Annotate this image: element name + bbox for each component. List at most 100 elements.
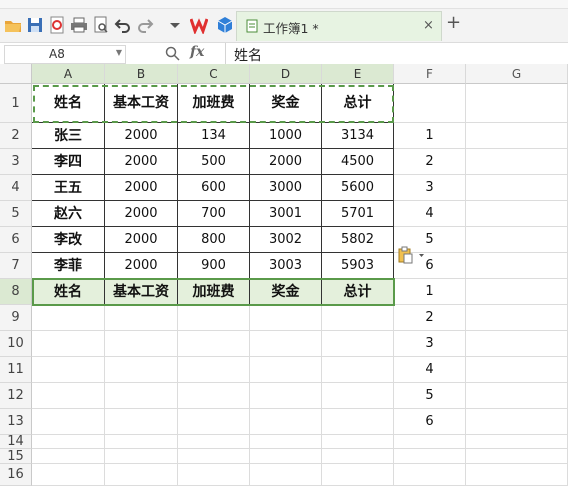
cell-e5[interactable]: 5701	[322, 201, 394, 227]
row-header-15[interactable]: 15	[0, 449, 32, 464]
cell-b15[interactable]	[105, 449, 178, 464]
cell-e13[interactable]	[322, 409, 394, 435]
cell-g13[interactable]	[466, 409, 568, 435]
name-box[interactable]: A8 ▼	[4, 45, 126, 64]
cell-c5[interactable]: 700	[178, 201, 250, 227]
cell-c13[interactable]	[178, 409, 250, 435]
cell-f9[interactable]: 2	[394, 305, 466, 331]
cell-a5[interactable]: 赵六	[32, 201, 105, 227]
cell-g11[interactable]	[466, 357, 568, 383]
row-header-9[interactable]: 9	[0, 305, 32, 331]
cell-e4[interactable]: 5600	[322, 175, 394, 201]
cell-b10[interactable]	[105, 331, 178, 357]
open-folder-icon[interactable]	[4, 16, 22, 34]
cell-c10[interactable]	[178, 331, 250, 357]
cell-b11[interactable]	[105, 357, 178, 383]
cell-c7[interactable]: 900	[178, 253, 250, 279]
chevron-down-icon[interactable]: ▼	[116, 48, 122, 57]
cell-b7[interactable]: 2000	[105, 253, 178, 279]
row-header-14[interactable]: 14	[0, 435, 32, 449]
cell-a9[interactable]	[32, 305, 105, 331]
zoom-icon[interactable]	[165, 46, 180, 61]
cell-g10[interactable]	[466, 331, 568, 357]
cube-icon[interactable]	[216, 16, 234, 34]
cell-d6[interactable]: 3002	[250, 227, 322, 253]
cell-c9[interactable]	[178, 305, 250, 331]
cell-d13[interactable]	[250, 409, 322, 435]
row-header-13[interactable]: 13	[0, 409, 32, 435]
cell-d5[interactable]: 3001	[250, 201, 322, 227]
cell-g7[interactable]	[466, 253, 568, 279]
cell-c15[interactable]	[178, 449, 250, 464]
cell-d16[interactable]	[250, 464, 322, 486]
cell-g2[interactable]	[466, 123, 568, 149]
cell-f1[interactable]	[394, 84, 466, 123]
row-header-8[interactable]: 8	[0, 279, 32, 305]
cell-a13[interactable]	[32, 409, 105, 435]
cell-g3[interactable]	[466, 149, 568, 175]
cell-g1[interactable]	[466, 84, 568, 123]
cell-d7[interactable]: 3003	[250, 253, 322, 279]
cell-g14[interactable]	[466, 435, 568, 449]
print-icon[interactable]	[70, 16, 88, 34]
column-header-e[interactable]: E	[322, 64, 394, 84]
cell-f14[interactable]	[394, 435, 466, 449]
cell-b16[interactable]	[105, 464, 178, 486]
cell-e10[interactable]	[322, 331, 394, 357]
cell-c6[interactable]: 800	[178, 227, 250, 253]
row-header-12[interactable]: 12	[0, 383, 32, 409]
row-header-2[interactable]: 2	[0, 123, 32, 149]
cell-a11[interactable]	[32, 357, 105, 383]
cell-c4[interactable]: 600	[178, 175, 250, 201]
cell-g5[interactable]	[466, 201, 568, 227]
export-pdf-icon[interactable]	[48, 16, 66, 34]
cell-f2[interactable]: 1	[394, 123, 466, 149]
cell-f11[interactable]: 4	[394, 357, 466, 383]
cell-e6[interactable]: 5802	[322, 227, 394, 253]
undo-icon[interactable]	[114, 16, 132, 34]
formula-input[interactable]: 姓名	[225, 43, 568, 65]
cell-g15[interactable]	[466, 449, 568, 464]
cell-d15[interactable]	[250, 449, 322, 464]
cell-f4[interactable]: 3	[394, 175, 466, 201]
row-header-16[interactable]: 16	[0, 464, 32, 486]
cell-e7[interactable]: 5903	[322, 253, 394, 279]
cell-f16[interactable]	[394, 464, 466, 486]
cell-b9[interactable]	[105, 305, 178, 331]
cell-e12[interactable]	[322, 383, 394, 409]
new-tab-button[interactable]: +	[446, 14, 461, 32]
cell-g8[interactable]	[466, 279, 568, 305]
cell-d2[interactable]: 1000	[250, 123, 322, 149]
tab-workbook1[interactable]: 工作簿1 * ×	[236, 11, 442, 41]
cell-a7[interactable]: 李菲	[32, 253, 105, 279]
cell-a10[interactable]	[32, 331, 105, 357]
cell-d11[interactable]	[250, 357, 322, 383]
cell-c2[interactable]: 134	[178, 123, 250, 149]
cell-e16[interactable]	[322, 464, 394, 486]
cell-b5[interactable]: 2000	[105, 201, 178, 227]
cell-d3[interactable]: 2000	[250, 149, 322, 175]
cell-d4[interactable]: 3000	[250, 175, 322, 201]
column-header-d[interactable]: D	[250, 64, 322, 84]
cell-g12[interactable]	[466, 383, 568, 409]
cell-c12[interactable]	[178, 383, 250, 409]
cell-e9[interactable]	[322, 305, 394, 331]
cell-f12[interactable]: 5	[394, 383, 466, 409]
print-preview-icon[interactable]	[92, 16, 110, 34]
cell-b6[interactable]: 2000	[105, 227, 178, 253]
cell-c16[interactable]	[178, 464, 250, 486]
cell-c3[interactable]: 500	[178, 149, 250, 175]
cell-a15[interactable]	[32, 449, 105, 464]
cell-e11[interactable]	[322, 357, 394, 383]
column-header-c[interactable]: C	[178, 64, 250, 84]
cell-d10[interactable]	[250, 331, 322, 357]
fx-button[interactable]: fx	[190, 44, 204, 60]
save-icon[interactable]	[26, 16, 44, 34]
cell-a2[interactable]: 张三	[32, 123, 105, 149]
cell-f3[interactable]: 2	[394, 149, 466, 175]
close-icon[interactable]: ×	[423, 18, 434, 33]
cell-d14[interactable]	[250, 435, 322, 449]
cell-a6[interactable]: 李改	[32, 227, 105, 253]
cell-d12[interactable]	[250, 383, 322, 409]
cell-f13[interactable]: 6	[394, 409, 466, 435]
